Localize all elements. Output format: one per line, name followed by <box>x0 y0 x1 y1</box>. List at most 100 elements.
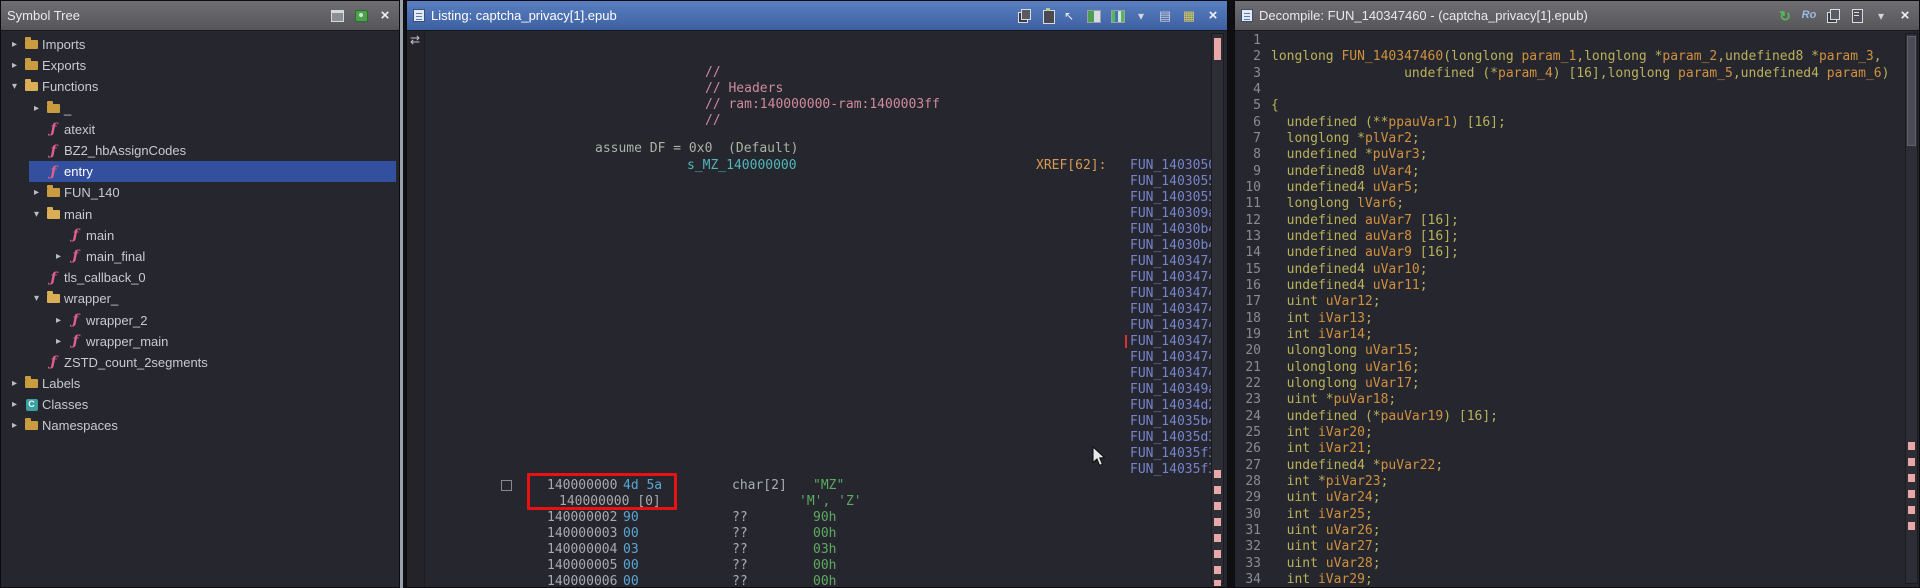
code-line[interactable]: 10 undefined4 uVar5; <box>1235 180 1919 196</box>
code-line[interactable]: 8 undefined *puVar3; <box>1235 147 1919 163</box>
byte-address[interactable]: 140000005 <box>547 558 617 574</box>
byte-address[interactable]: 140000003 <box>547 526 617 542</box>
tree-item-imports[interactable]: ▸Imports <box>7 34 396 55</box>
tree-item-wrapper_2[interactable]: ▸ƒwrapper_2 <box>51 309 396 330</box>
xref-item[interactable]: FUN_14035d3 <box>1130 430 1216 446</box>
byte-values[interactable]: 00 <box>623 526 639 542</box>
byte-type[interactable]: ?? <box>732 510 748 526</box>
code-line[interactable]: 6 undefined (**ppauVar1) [16]; <box>1235 115 1919 131</box>
xref-item[interactable]: FUN_1403055 <box>1130 174 1216 190</box>
byte-type[interactable]: char[2] <box>732 478 787 494</box>
diff-view-icon[interactable] <box>1085 8 1101 23</box>
byte-value[interactable]: 00h <box>813 558 836 574</box>
byte-type[interactable]: ?? <box>732 558 748 574</box>
xref-item[interactable]: FUN_1403474 <box>1130 366 1216 382</box>
decompile-titlebar[interactable]: Decompile: FUN_140347460 - (captcha_priv… <box>1235 1 1919 31</box>
tree-item-entry[interactable]: ƒentry <box>29 161 396 182</box>
byte-value[interactable]: 90h <box>813 510 836 526</box>
xref-item[interactable]: FUN_140309a <box>1130 206 1216 222</box>
code-line[interactable]: 7 longlong *plVar2; <box>1235 131 1919 147</box>
code-line[interactable]: 27 undefined4 *puVar22; <box>1235 458 1919 474</box>
byte-columns-icon[interactable] <box>1109 8 1125 23</box>
copy-icon[interactable] <box>1825 8 1841 23</box>
tree-item-labels[interactable]: ▸Labels <box>7 373 396 394</box>
expand-arrow-icon[interactable]: ▸ <box>51 336 66 347</box>
tree-item-tls_callback_0[interactable]: ƒtls_callback_0 <box>29 267 396 288</box>
chevron-down-icon[interactable]: ▾ <box>1873 8 1889 23</box>
xref-item[interactable]: FUN_1403050 <box>1130 158 1216 174</box>
byte-values[interactable]: 00 <box>623 574 639 587</box>
expand-arrow-icon[interactable]: ▸ <box>7 60 22 71</box>
code-line[interactable]: 24 undefined (*pauVar19) [16]; <box>1235 409 1919 425</box>
expand-arrow-icon[interactable]: ▸ <box>29 187 44 198</box>
symbol-tree-titlebar[interactable]: Symbol Tree × <box>1 1 399 31</box>
byte-value[interactable]: "MZ" <box>813 478 844 494</box>
byte-address[interactable]: 140000002 <box>547 510 617 526</box>
close-icon[interactable]: × <box>377 8 393 23</box>
xref-item[interactable]: FUN_1403474 <box>1130 270 1216 286</box>
byte-value[interactable]: 'M', 'Z' <box>799 494 862 510</box>
code-line[interactable]: 32 uint uVar27; <box>1235 539 1919 555</box>
code-line[interactable]: 19 int iVar14; <box>1235 327 1919 343</box>
xref-item[interactable]: FUN_14035b4 <box>1130 414 1216 430</box>
byte-address[interactable]: 140000006 <box>547 574 617 587</box>
expand-arrow-icon[interactable]: ▸ <box>7 39 22 50</box>
code-line[interactable]: 13 undefined auVar8 [16]; <box>1235 229 1919 245</box>
tree-item-functions[interactable]: ▾Functions <box>7 76 396 97</box>
byte-address[interactable]: 140000004 <box>547 542 617 558</box>
byte-value[interactable]: 00h <box>813 574 836 587</box>
code-line[interactable]: 5{ <box>1235 98 1919 114</box>
byte-type[interactable]: ?? <box>732 526 748 542</box>
code-line[interactable]: 14 undefined auVar9 [16]; <box>1235 245 1919 261</box>
tree-item-exports[interactable]: ▸Exports <box>7 55 396 76</box>
collapse-arrow-icon[interactable]: ▾ <box>7 81 22 92</box>
code-line[interactable]: 29 uint uVar24; <box>1235 490 1919 506</box>
symbol-label[interactable]: s_MZ_140000000 <box>687 158 797 174</box>
collapse-all-icon[interactable]: ▾ <box>1133 8 1149 23</box>
tree-item-wrapper_[interactable]: ▾wrapper_ <box>29 288 396 309</box>
refresh-icon[interactable]: ↻ <box>1777 8 1793 23</box>
code-line[interactable]: 15 undefined4 uVar10; <box>1235 262 1919 278</box>
code-line[interactable]: 2longlong FUN_140347460(longlong param_1… <box>1235 49 1919 65</box>
tree-item-namespaces[interactable]: ▸Namespaces <box>7 415 396 436</box>
xref-item[interactable]: FUN_1403474 <box>1130 350 1216 366</box>
listing-titlebar[interactable]: Listing: captcha_privacy[1].epub ↖▾▤▦× <box>407 1 1227 31</box>
scrollbar-thumb[interactable] <box>1907 36 1916 146</box>
tree-item-fun_140[interactable]: ▸FUN_140 <box>29 182 396 203</box>
xref-item[interactable]: FUN_1403474 <box>1130 286 1216 302</box>
byte-value[interactable]: 03h <box>813 542 836 558</box>
code-line[interactable]: 3 undefined (*param_4) [16],longlong par… <box>1235 66 1919 82</box>
xref-item[interactable]: FUN_140349a <box>1130 382 1216 398</box>
byte-type[interactable]: ?? <box>732 542 748 558</box>
panel-splitter[interactable] <box>400 0 403 588</box>
tree-item-classes[interactable]: ▸CClasses <box>7 394 396 415</box>
byte-values[interactable]: 90 <box>623 510 639 526</box>
expand-arrow-icon[interactable]: ▸ <box>51 315 66 326</box>
xref-item[interactable]: FUN_1403474 <box>1130 302 1216 318</box>
xref-item[interactable]: FUN_14030b4 <box>1130 222 1216 238</box>
code-line[interactable]: 25 int iVar20; <box>1235 425 1919 441</box>
code-line[interactable]: 16 undefined4 uVar11; <box>1235 278 1919 294</box>
window-icon[interactable] <box>329 8 345 23</box>
code-line[interactable]: 28 int *piVar23; <box>1235 474 1919 490</box>
xref-item[interactable]: FUN_14035f3 <box>1130 446 1216 462</box>
code-line[interactable]: 1 <box>1235 33 1919 49</box>
tree-item-zstd_count_2segments[interactable]: ƒZSTD_count_2segments <box>29 352 396 373</box>
snapshot-icon[interactable] <box>353 8 369 23</box>
code-line[interactable]: 34 int iVar29; <box>1235 572 1919 587</box>
code-line[interactable]: 30 int iVar25; <box>1235 507 1919 523</box>
code-line[interactable]: 22 ulonglong uVar17; <box>1235 376 1919 392</box>
xref-item[interactable]: FUN_1403474 <box>1130 334 1216 350</box>
byte-values[interactable]: 03 <box>623 542 639 558</box>
code-line[interactable]: 31 uint uVar26; <box>1235 523 1919 539</box>
byte-values[interactable]: 00 <box>623 558 639 574</box>
tree-item-main[interactable]: ▾main <box>29 204 396 225</box>
tree-item-wrapper_main[interactable]: ▸ƒwrapper_main <box>51 331 396 352</box>
code-line[interactable]: 17 uint uVar12; <box>1235 294 1919 310</box>
tree-item-main[interactable]: ƒmain <box>51 225 396 246</box>
copy-icon[interactable] <box>1016 8 1032 23</box>
code-line[interactable]: 11 longlong lVar6; <box>1235 196 1919 212</box>
xref-item[interactable]: FUN_14035f3 <box>1130 462 1216 478</box>
tree-item-atexit[interactable]: ƒatexit <box>29 119 396 140</box>
code-line[interactable]: 12 undefined auVar7 [16]; <box>1235 213 1919 229</box>
